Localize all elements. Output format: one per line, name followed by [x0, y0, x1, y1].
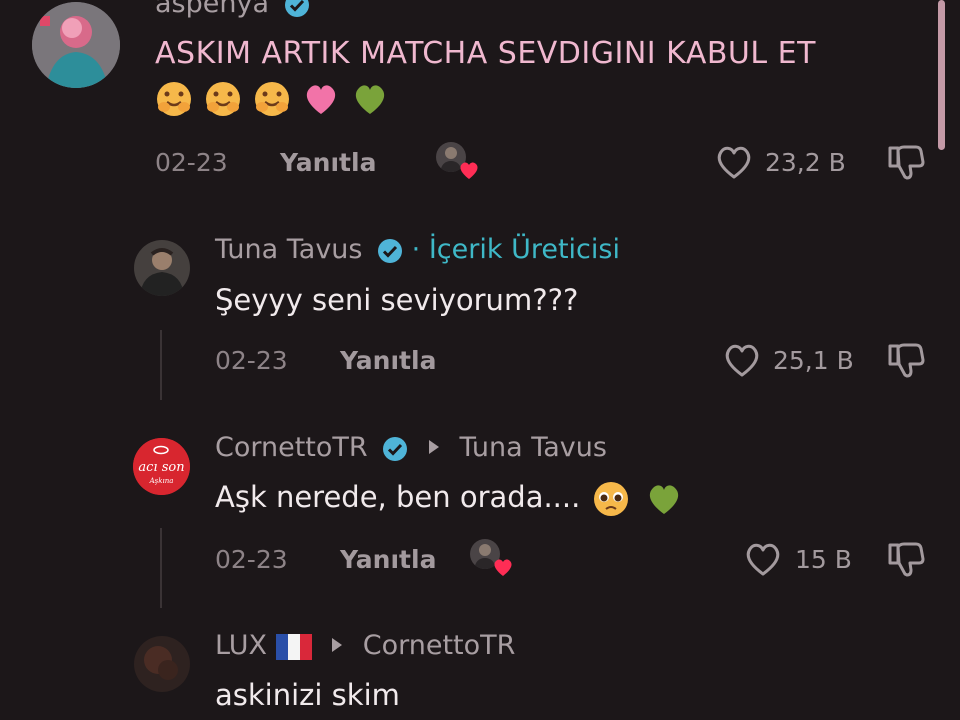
avatar[interactable]: [32, 2, 120, 88]
creator-tag: · İçerik Üreticisi: [411, 234, 620, 265]
svg-text:acı son: acı son: [138, 460, 184, 475]
comment-line: Aşk nerede, ben orada....: [215, 480, 689, 518]
comment-text: ASKIM ARTIK MATCHA SEVDIGINI KABUL ET: [155, 36, 816, 71]
hugging-face-emoji: [206, 82, 241, 116]
reply-to-username[interactable]: CornettoTR: [363, 630, 516, 661]
reply-arrow-icon: [332, 638, 343, 652]
thumbs-down-icon[interactable]: [886, 539, 926, 579]
thumbs-down-icon[interactable]: [886, 340, 926, 380]
reply-button[interactable]: Yanıtla: [340, 545, 436, 574]
username-text[interactable]: CornettoTR: [215, 432, 368, 463]
verified-check-icon: [383, 436, 408, 461]
comment-text: Şeyyy seni seviyorum???: [215, 283, 579, 317]
scrollbar[interactable]: [938, 0, 945, 150]
green-heart-emoji: [356, 85, 385, 114]
like-count: 23,2 B: [765, 148, 846, 177]
hugging-face-emoji: [255, 82, 290, 116]
heart-outline-icon[interactable]: [722, 341, 762, 379]
username-text[interactable]: LUX: [215, 630, 267, 661]
hugging-face-emoji: [157, 82, 191, 116]
username[interactable]: CornettoTR Tuna Tavus: [215, 432, 607, 463]
comment-date: 02-23: [215, 346, 288, 375]
pink-heart-emoji: [307, 85, 336, 114]
pleading-face-emoji: [593, 482, 628, 516]
reaction-heart-icon: [460, 162, 478, 179]
verified-check-icon: [378, 238, 403, 263]
like-count: 25,1 B: [773, 346, 854, 375]
avatar[interactable]: acı son Aşkına: [133, 438, 190, 495]
green-heart-emoji: [649, 485, 678, 514]
brand-logo: acı son Aşkına: [133, 438, 190, 495]
username[interactable]: Tuna Tavus · İçerik Üreticisi: [215, 234, 620, 265]
thumbs-down-icon[interactable]: [886, 142, 926, 182]
username[interactable]: LUX CornettoTR: [215, 630, 515, 661]
reply-arrow-icon: [428, 440, 439, 454]
reply-to-username[interactable]: Tuna Tavus: [459, 432, 606, 463]
heart-outline-icon[interactable]: [714, 143, 754, 181]
svg-text:Aşkına: Aşkına: [149, 477, 174, 485]
reply-button[interactable]: Yanıtla: [280, 148, 376, 177]
comment-text: Aşk nerede, ben orada....: [215, 480, 581, 514]
heart-outline-icon[interactable]: [743, 540, 783, 578]
thread-line: [160, 330, 162, 400]
france-flag-icon: [275, 633, 312, 660]
thread-line: [160, 528, 162, 608]
avatar[interactable]: [134, 636, 190, 692]
comment-text: askinizi skim: [215, 678, 400, 712]
comment-date: 02-23: [155, 148, 228, 177]
reaction-heart-icon: [494, 559, 512, 576]
username[interactable]: aspenya: [155, 0, 310, 19]
like-count: 15 B: [795, 545, 852, 574]
verified-check-icon: [284, 0, 309, 17]
username-text[interactable]: Tuna Tavus: [215, 234, 362, 265]
username-text[interactable]: aspenya: [155, 0, 269, 19]
avatar[interactable]: [134, 240, 190, 296]
reply-button[interactable]: Yanıtla: [340, 346, 436, 375]
emoji-row: [155, 80, 395, 118]
comment-date: 02-23: [215, 545, 288, 574]
